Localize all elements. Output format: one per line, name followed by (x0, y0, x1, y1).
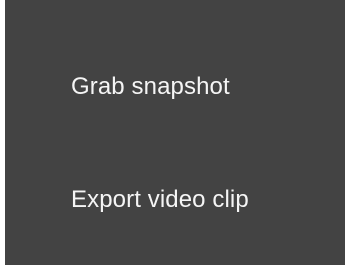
menu-item-label: Export video clip (71, 186, 249, 213)
menu-item-grab-snapshot[interactable]: Grab snapshot (5, 52, 345, 122)
context-menu: Grab snapshot Export video clip (5, 0, 345, 265)
menu-item-export-video-clip[interactable]: Export video clip (5, 165, 345, 235)
menu-item-label: Grab snapshot (71, 73, 230, 100)
